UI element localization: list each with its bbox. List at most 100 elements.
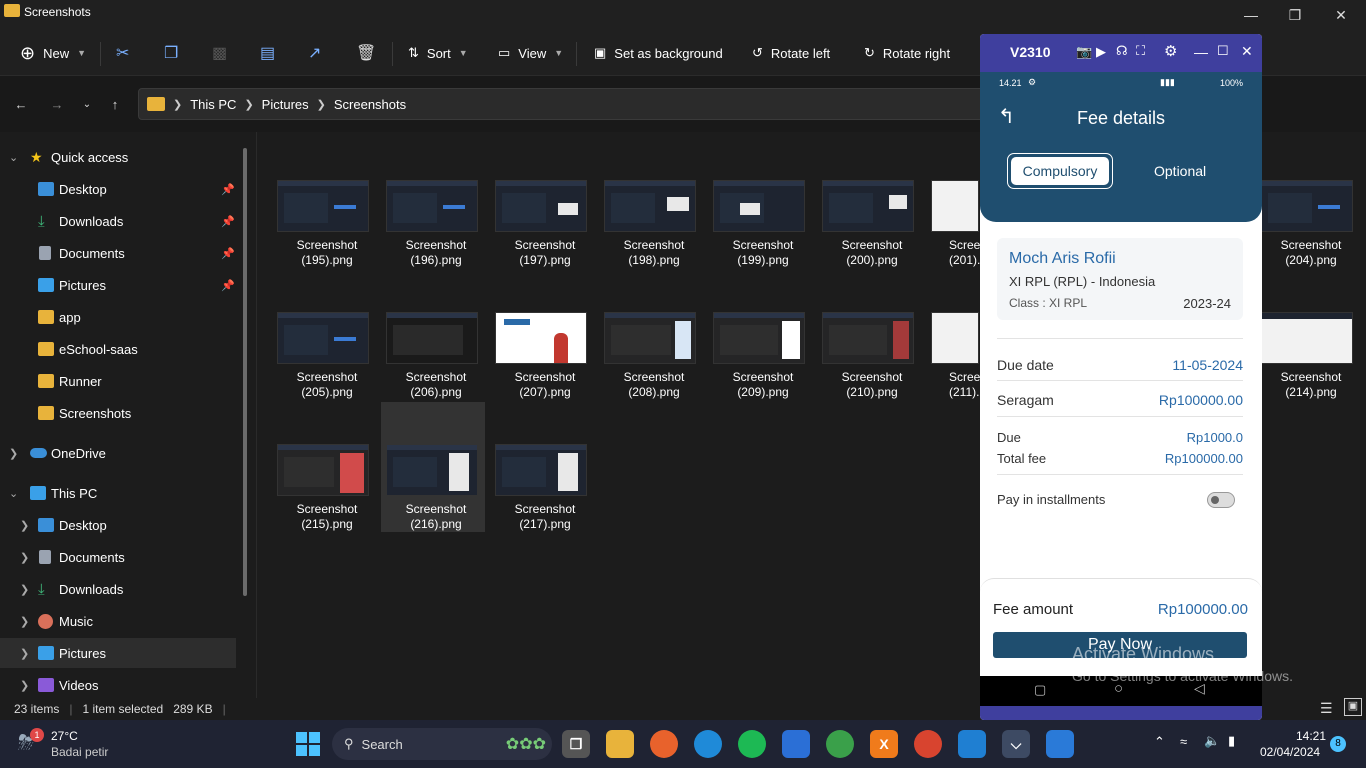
task-view-icon[interactable]: ❐: [562, 730, 590, 758]
file-item[interactable]: Screenshot (196).png: [386, 176, 494, 306]
search-box[interactable]: ⚲ Search ✿✿✿: [332, 728, 552, 760]
file-item[interactable]: Screenshot (210).png: [822, 308, 930, 438]
sidebar-item-downloads[interactable]: ⤓ Downloads 📌: [0, 206, 236, 236]
set-background-button[interactable]: ▣ Set as background: [594, 38, 723, 68]
rotate-left-button[interactable]: ↺ Rotate left: [752, 38, 830, 68]
video-icon[interactable]: ▶: [1096, 44, 1106, 60]
headset-icon[interactable]: ☊: [1116, 43, 1128, 59]
sidebar-item-pc-pictures[interactable]: ❯ Pictures: [0, 638, 236, 668]
file-item[interactable]: Screenshot (209).png: [713, 308, 821, 438]
fullscreen-icon[interactable]: ⛶: [1136, 43, 1145, 59]
item-count: 23 items: [14, 702, 60, 716]
tab-optional[interactable]: Optional: [1154, 163, 1206, 179]
volume-icon[interactable]: 🔈: [1204, 733, 1220, 749]
sidebar-item-eschool-saas[interactable]: eSchool-saas: [0, 334, 236, 364]
file-item[interactable]: Screenshot (207).png: [495, 308, 603, 438]
file-item[interactable]: Screenshot (199).png: [713, 176, 821, 306]
tab-compulsory[interactable]: Compulsory: [1007, 153, 1113, 189]
chevron-right-icon: ❯: [9, 447, 19, 460]
sidebar-item-quick-access[interactable]: ⌄ ★ Quick access: [0, 142, 236, 172]
vscode-icon[interactable]: [958, 730, 986, 758]
file-item[interactable]: Screenshot (204).png: [1261, 176, 1366, 306]
file-item[interactable]: Screen (211).: [931, 308, 987, 438]
breadcrumb-screenshots[interactable]: Screenshots: [334, 97, 406, 112]
file-item[interactable]: Screenshot (208).png: [604, 308, 712, 438]
battery-icon[interactable]: ▮: [1228, 733, 1235, 749]
breadcrumb-this-pc[interactable]: This PC: [190, 97, 236, 112]
wifi-icon[interactable]: ≈: [1180, 734, 1187, 749]
sidebar-item-desktop[interactable]: Desktop 📌: [0, 174, 236, 204]
share-button[interactable]: ↗: [308, 38, 321, 68]
sidebar-item-app[interactable]: app: [0, 302, 236, 332]
sidebar-item-runner[interactable]: Runner: [0, 366, 236, 396]
up-button[interactable]: ↑: [102, 92, 128, 116]
chrome-icon[interactable]: [826, 730, 854, 758]
file-item[interactable]: Screenshot (197).png: [495, 176, 603, 306]
sidebar-scrollbar[interactable]: [243, 148, 247, 596]
gear-icon[interactable]: ⚙: [1164, 42, 1177, 60]
sidebar-item-onedrive[interactable]: ❯ OneDrive: [0, 438, 236, 468]
recent-locations-button[interactable]: ⌄: [74, 92, 100, 116]
spotify-icon[interactable]: [738, 730, 766, 758]
sidebar-item-pc-music[interactable]: ❯ Music: [0, 606, 236, 636]
forward-button[interactable]: →: [44, 92, 70, 116]
close-button[interactable]: ✕: [1318, 0, 1364, 30]
file-item-selected[interactable]: Screenshot (216).png: [381, 402, 485, 532]
sidebar-item-pictures[interactable]: Pictures 📌: [0, 270, 236, 300]
back-button[interactable]: ←: [8, 92, 34, 116]
delete-button[interactable]: 🗑: [356, 38, 376, 68]
chevron-up-icon[interactable]: ⌃: [1154, 734, 1165, 750]
store-icon[interactable]: [782, 730, 810, 758]
file-item[interactable]: Screenshot (198).png: [604, 176, 712, 306]
file-explorer-icon[interactable]: [606, 730, 634, 758]
maximize-icon[interactable]: ☐: [1217, 43, 1229, 59]
paste-button[interactable]: ▩: [212, 38, 227, 68]
music-icon: [38, 613, 53, 629]
view-button[interactable]: ▭ View ▼: [498, 38, 563, 68]
camera-icon[interactable]: 📷: [1076, 44, 1092, 60]
gear-icon: ⚙: [1028, 77, 1037, 87]
phone-mirror-app-icon[interactable]: ⌵: [1002, 730, 1030, 758]
paint-icon[interactable]: [1046, 730, 1074, 758]
notification-badge[interactable]: 8: [1330, 736, 1346, 752]
sidebar-item-this-pc[interactable]: ⌄ This PC: [0, 478, 236, 508]
close-icon[interactable]: ✕: [1241, 43, 1253, 60]
start-button[interactable]: [294, 730, 322, 758]
new-button[interactable]: ⊕ New ▼: [20, 38, 86, 68]
file-item[interactable]: Screenshot (217).png: [495, 440, 603, 570]
cut-button[interactable]: ✂: [116, 38, 129, 68]
file-item[interactable]: Screenshot (214).png: [1261, 308, 1366, 438]
address-bar[interactable]: ❯ This PC ❯ Pictures ❯ Screenshots: [138, 88, 998, 120]
file-item[interactable]: Screen (201).: [931, 176, 987, 306]
rename-button[interactable]: ▤: [260, 38, 275, 68]
edge-icon[interactable]: [694, 730, 722, 758]
restore-button[interactable]: ❐: [1272, 0, 1318, 30]
chrome-dev-icon[interactable]: [914, 730, 942, 758]
copy-button[interactable]: ❐: [164, 38, 178, 68]
clock-date[interactable]: 02/04/2024: [1260, 745, 1320, 759]
rotate-right-button[interactable]: ↻ Rotate right: [864, 38, 950, 68]
sidebar-item-pc-videos[interactable]: ❯ Videos: [0, 670, 236, 700]
weather-widget-icon[interactable]: ⛈ 1: [18, 728, 44, 756]
sidebar-item-screenshots[interactable]: Screenshots: [0, 398, 236, 428]
file-item[interactable]: Screenshot (200).png: [822, 176, 930, 306]
file-item[interactable]: Screenshot (215).png: [277, 440, 385, 570]
sidebar-item-documents[interactable]: Documents 📌: [0, 238, 236, 268]
thumbnail: [386, 444, 478, 496]
file-item[interactable]: Screenshot (195).png: [277, 176, 385, 306]
tiles-view-icon[interactable]: ▣: [1344, 698, 1362, 716]
xampp-icon[interactable]: X: [870, 730, 898, 758]
details-view-icon[interactable]: ☰: [1320, 700, 1333, 717]
minimize-button[interactable]: —: [1228, 0, 1274, 30]
installments-toggle[interactable]: [1207, 492, 1235, 508]
minimize-icon[interactable]: —: [1194, 44, 1208, 60]
sort-button[interactable]: ⇅ Sort ▼: [408, 38, 468, 68]
firefox-icon[interactable]: [650, 730, 678, 758]
sidebar-item-pc-downloads[interactable]: ❯ ⤓ Downloads: [0, 574, 236, 604]
sidebar-item-pc-documents[interactable]: ❯ Documents: [0, 542, 236, 572]
clock-time[interactable]: 14:21: [1296, 729, 1326, 743]
breadcrumb-pictures[interactable]: Pictures: [262, 97, 309, 112]
file-item[interactable]: Screenshot (205).png: [277, 308, 385, 438]
recents-icon[interactable]: ▢: [1034, 682, 1046, 698]
sidebar-item-pc-desktop[interactable]: ❯ Desktop: [0, 510, 236, 540]
